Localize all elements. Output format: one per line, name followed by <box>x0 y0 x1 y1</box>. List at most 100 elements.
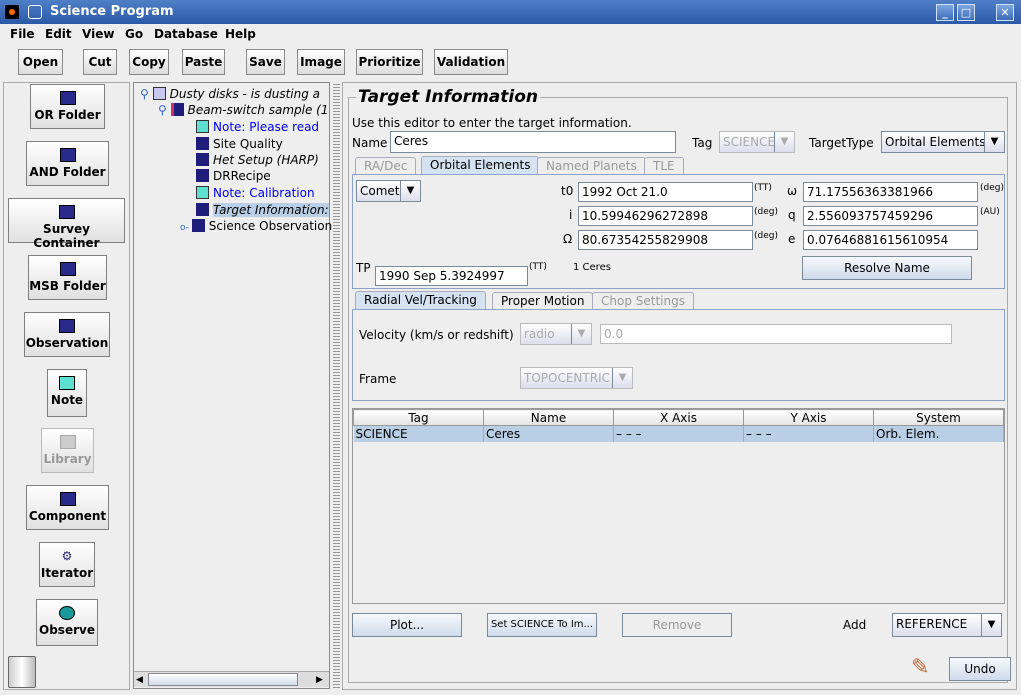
close-button[interactable]: ✕ <box>996 4 1014 21</box>
target-type-label: TargetType <box>809 136 874 150</box>
column-header-y-axis[interactable]: Y Axis <box>743 409 874 426</box>
tree-node-target-information[interactable]: Target Information: <box>196 202 329 218</box>
cut-button[interactable]: Cut <box>83 49 117 75</box>
validation-button[interactable]: Validation <box>434 49 508 75</box>
radial-velocity-panel <box>352 309 1005 401</box>
cell-x-axis: – – – <box>613 425 744 442</box>
tp-input[interactable]: 1990 Sep 5.3924997 <box>375 266 528 286</box>
tp-unit: (TT) <box>529 262 547 272</box>
add-select[interactable]: REFERENCE ▼ <box>892 613 1002 637</box>
program-tree: ⚲ Dusty disks - is dusting a ⚲ Beam-swit… <box>133 82 332 689</box>
eye-icon <box>59 606 75 620</box>
menu-view[interactable]: View <box>82 27 114 41</box>
iterator-button[interactable]: ⚙ Iterator <box>39 542 95 587</box>
column-header-tag[interactable]: Tag <box>353 409 484 426</box>
tab-tle[interactable]: TLE <box>644 157 684 175</box>
tab-radial-vel[interactable]: Radial Vel/Tracking <box>355 291 486 310</box>
tp-label: TP <box>356 261 371 275</box>
t0-unit: (TT) <box>754 183 772 193</box>
tree-horizontal-scrollbar[interactable]: ◀ ▶ <box>134 671 329 687</box>
maximize-button[interactable]: □ <box>957 4 975 21</box>
q-unit: (AU) <box>980 207 1000 217</box>
observation-icon <box>59 319 75 333</box>
Omega-label: Ω <box>563 232 573 246</box>
prioritize-button[interactable]: Prioritize <box>356 49 423 75</box>
e-input[interactable]: 0.07646881615610954 <box>803 230 978 250</box>
add-label: Add <box>843 618 867 632</box>
name-input[interactable]: Ceres <box>390 131 676 153</box>
plot-button[interactable]: Plot... <box>352 613 462 637</box>
undo-button[interactable]: Undo <box>949 657 1011 681</box>
save-button[interactable]: Save <box>246 49 285 75</box>
column-header-name[interactable]: Name <box>483 409 614 426</box>
survey-container-button[interactable]: Survey Container <box>8 198 125 250</box>
and-folder-icon <box>59 148 76 162</box>
set-science-button[interactable]: Set SCIENCE To Im... <box>487 613 597 637</box>
tree-node-drrecipe[interactable]: DRRecipe <box>196 168 271 184</box>
tree-node-note-calibration[interactable]: Note: Calibration <box>196 185 315 201</box>
tab-proper-motion[interactable]: Proper Motion <box>492 292 594 310</box>
omega-label: ω <box>787 184 798 198</box>
velocity-input[interactable]: 0.0 <box>600 324 952 344</box>
omega-input[interactable]: 71.17556363381966 <box>803 182 978 202</box>
menu-go[interactable]: Go <box>125 27 143 41</box>
note-button[interactable]: Note <box>47 369 87 417</box>
window-title: Science Program <box>50 4 174 19</box>
and-folder-button[interactable]: AND Folder <box>26 141 109 186</box>
tree-node-note-please-read[interactable]: Note: Please read <box>196 119 319 135</box>
observe-button[interactable]: Observe <box>36 599 98 646</box>
q-input[interactable]: 2.556093757459296 <box>803 206 978 226</box>
note-icon <box>59 376 75 390</box>
tree-node-science-observation[interactable]: o- Science Observation <box>180 218 332 234</box>
menu-help[interactable]: Help <box>225 27 256 41</box>
library-icon <box>59 435 76 449</box>
library-button: Library <box>41 428 94 473</box>
tree-node-program[interactable]: ⚲ Dusty disks - is dusting a <box>140 86 320 102</box>
orbit-type-select[interactable]: Comet ▼ <box>356 180 421 202</box>
split-pane-divider[interactable] <box>333 82 340 690</box>
tree-node-site-quality[interactable]: Site Quality <box>196 136 283 152</box>
cell-name: Ceres <box>483 425 614 442</box>
open-button[interactable]: Open <box>18 49 63 75</box>
menu-database[interactable]: Database <box>154 27 218 41</box>
tree-node-msb[interactable]: ⚲ Beam-switch sample (1 <box>158 102 328 118</box>
paste-button[interactable]: Paste <box>182 49 225 75</box>
menu-file[interactable]: File <box>10 27 35 41</box>
Omega-input[interactable]: 80.67354255829908 <box>578 230 753 250</box>
column-header-system[interactable]: System <box>873 409 1004 426</box>
tree-node-het-setup[interactable]: Het Setup (HARP) <box>196 152 319 168</box>
scrollbar-thumb[interactable] <box>148 673 298 686</box>
copy-button[interactable]: Copy <box>129 49 169 75</box>
target-table: Tag Name X Axis Y Axis System SCIENCE Ce… <box>352 408 1005 604</box>
tab-named-planets[interactable]: Named Planets <box>537 157 646 175</box>
image-button[interactable]: Image <box>297 49 345 75</box>
resolve-name-button[interactable]: Resolve Name <box>802 256 972 280</box>
window-menu-icon[interactable] <box>28 5 42 19</box>
tab-orbital-elements[interactable]: Orbital Elements <box>421 156 540 175</box>
i-input[interactable]: 10.59946296272898 <box>578 206 753 226</box>
or-folder-button[interactable]: OR Folder <box>30 84 105 129</box>
t0-label: t0 <box>561 184 574 198</box>
app-icon <box>5 5 19 19</box>
menu-edit[interactable]: Edit <box>45 27 72 41</box>
trash-icon[interactable] <box>8 656 36 688</box>
observation-button[interactable]: Observation <box>24 312 110 357</box>
component-button[interactable]: Component <box>26 485 109 530</box>
target-editor: Target Information Use this editor to en… <box>342 82 1017 690</box>
target-type-select[interactable]: Orbital Elements ▼ <box>881 131 1005 153</box>
minimize-button[interactable]: _ <box>936 4 954 21</box>
e-label: e <box>788 232 796 246</box>
t0-input[interactable]: 1992 Oct 21.0 <box>578 182 753 202</box>
tab-chop-settings[interactable]: Chop Settings <box>592 292 694 310</box>
or-folder-icon <box>59 91 76 105</box>
tab-ra-dec[interactable]: RA/Dec <box>355 157 417 175</box>
column-header-x-axis[interactable]: X Axis <box>613 409 744 426</box>
omega-unit: (deg) <box>980 183 1004 193</box>
msb-folder-button[interactable]: MSB Folder <box>28 255 107 300</box>
iterator-icon: ⚙ <box>61 549 73 563</box>
table-row[interactable]: SCIENCE Ceres – – – – – – Orb. Elem. <box>353 425 1004 442</box>
panel-title: Target Information <box>356 87 540 107</box>
remove-button: Remove <box>622 613 732 637</box>
velocity-label: Velocity (km/s or redshift) <box>359 328 514 342</box>
component-icon <box>59 492 76 506</box>
